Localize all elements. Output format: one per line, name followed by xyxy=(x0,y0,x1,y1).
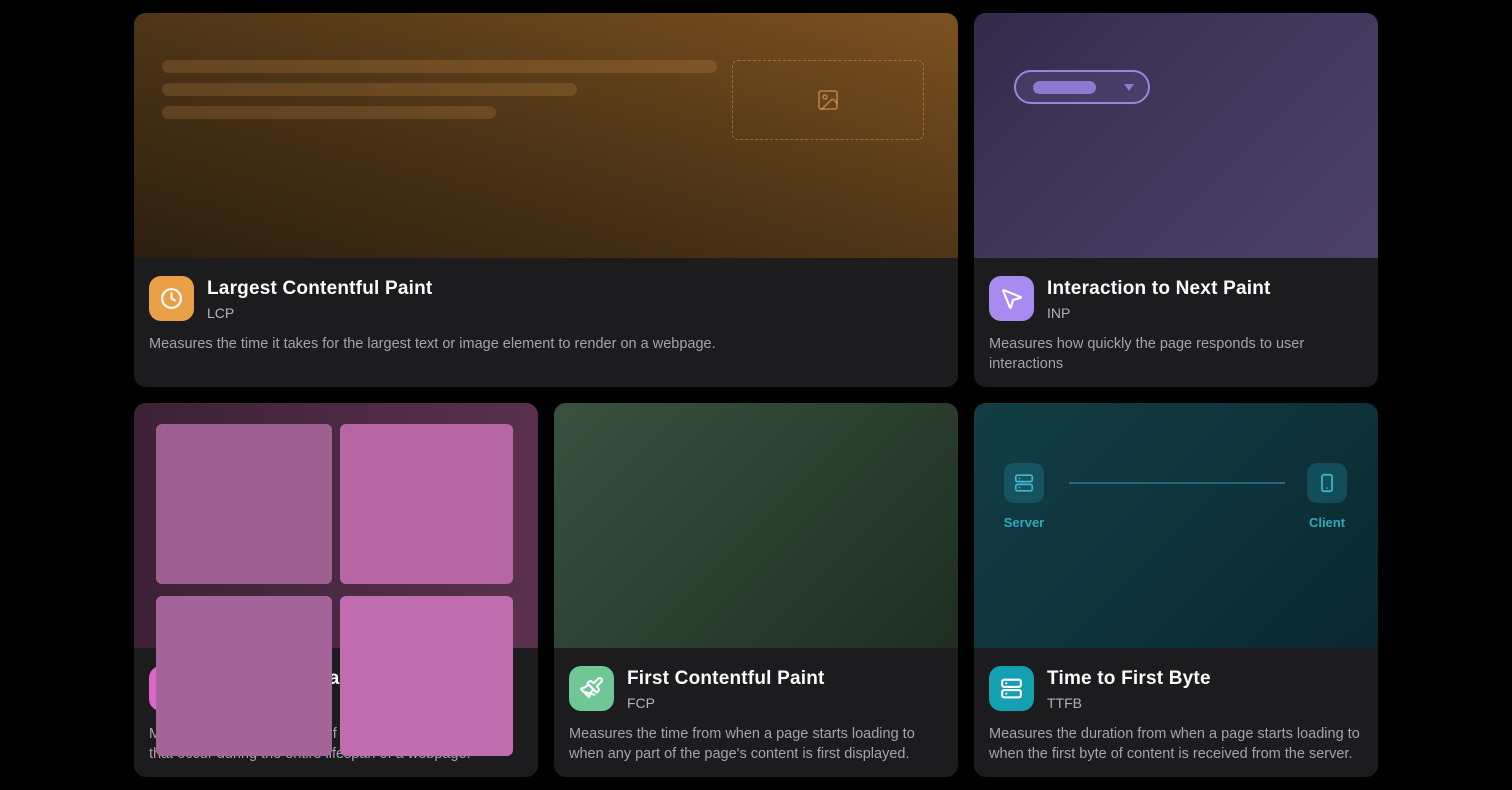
metric-card-fcp[interactable]: First Contentful Paint FCP Measures the … xyxy=(554,403,958,777)
fcp-card-footer: First Contentful Paint FCP Measures the … xyxy=(554,648,958,777)
lcp-illustration xyxy=(134,13,958,258)
card-abbr: TTFB xyxy=(1047,695,1211,711)
smartphone-icon xyxy=(1307,463,1347,503)
card-title: Largest Contentful Paint xyxy=(207,276,432,300)
ttfb-illustration: Server Client xyxy=(974,403,1378,648)
inp-illustration xyxy=(974,13,1378,258)
image-placeholder-icon xyxy=(816,88,840,112)
card-description: Measures the time from when a page start… xyxy=(569,724,943,765)
card-description: Measures the duration from when a page s… xyxy=(989,724,1363,765)
chevron-down-icon xyxy=(1124,84,1134,91)
dropdown-illustration xyxy=(1014,70,1150,104)
client-node: Client xyxy=(1297,463,1357,530)
skeleton-line xyxy=(162,60,717,73)
card-abbr: FCP xyxy=(627,695,825,711)
layout-tile xyxy=(156,424,332,584)
paintbrush-icon xyxy=(569,666,614,711)
server-node: Server xyxy=(994,463,1054,530)
card-title: Time to First Byte xyxy=(1047,666,1211,690)
image-placeholder-box xyxy=(732,60,924,140)
card-description: Measures how quickly the page responds t… xyxy=(989,334,1363,375)
skeleton-line xyxy=(162,106,496,119)
layout-tiles xyxy=(156,424,513,756)
metric-card-inp[interactable]: Interaction to Next Paint INP Measures h… xyxy=(974,13,1378,387)
server-node-icon xyxy=(1004,463,1044,503)
server-icon xyxy=(989,666,1034,711)
layout-tile xyxy=(156,596,332,756)
fcp-illustration xyxy=(554,403,958,648)
cursor-icon xyxy=(989,276,1034,321)
layout-tile xyxy=(340,596,513,756)
metric-card-ttfb[interactable]: Server Client xyxy=(974,403,1378,777)
card-title: First Contentful Paint xyxy=(627,666,825,690)
client-label: Client xyxy=(1309,515,1345,530)
server-label: Server xyxy=(1004,515,1044,530)
skeleton-text-lines xyxy=(162,60,717,119)
ttfb-card-footer: Time to First Byte TTFB Measures the dur… xyxy=(974,648,1378,777)
cls-illustration xyxy=(134,403,538,648)
card-abbr: LCP xyxy=(207,305,432,321)
layout-tile xyxy=(340,424,513,584)
clock-icon xyxy=(149,276,194,321)
dropdown-value-placeholder xyxy=(1033,81,1096,94)
card-abbr: INP xyxy=(1047,305,1271,321)
server-client-connector-line xyxy=(1069,482,1285,484)
metric-card-lcp[interactable]: Largest Contentful Paint LCP Measures th… xyxy=(134,13,958,387)
inp-card-footer: Interaction to Next Paint INP Measures h… xyxy=(974,258,1378,387)
card-title: Interaction to Next Paint xyxy=(1047,276,1271,300)
metrics-grid: Largest Contentful Paint LCP Measures th… xyxy=(134,13,1378,777)
card-description: Measures the time it takes for the large… xyxy=(149,334,943,354)
lcp-card-footer: Largest Contentful Paint LCP Measures th… xyxy=(134,258,958,387)
metric-card-cls[interactable]: Cumulative Layout Shift CLS Measures the… xyxy=(134,403,538,777)
skeleton-line xyxy=(162,83,577,96)
